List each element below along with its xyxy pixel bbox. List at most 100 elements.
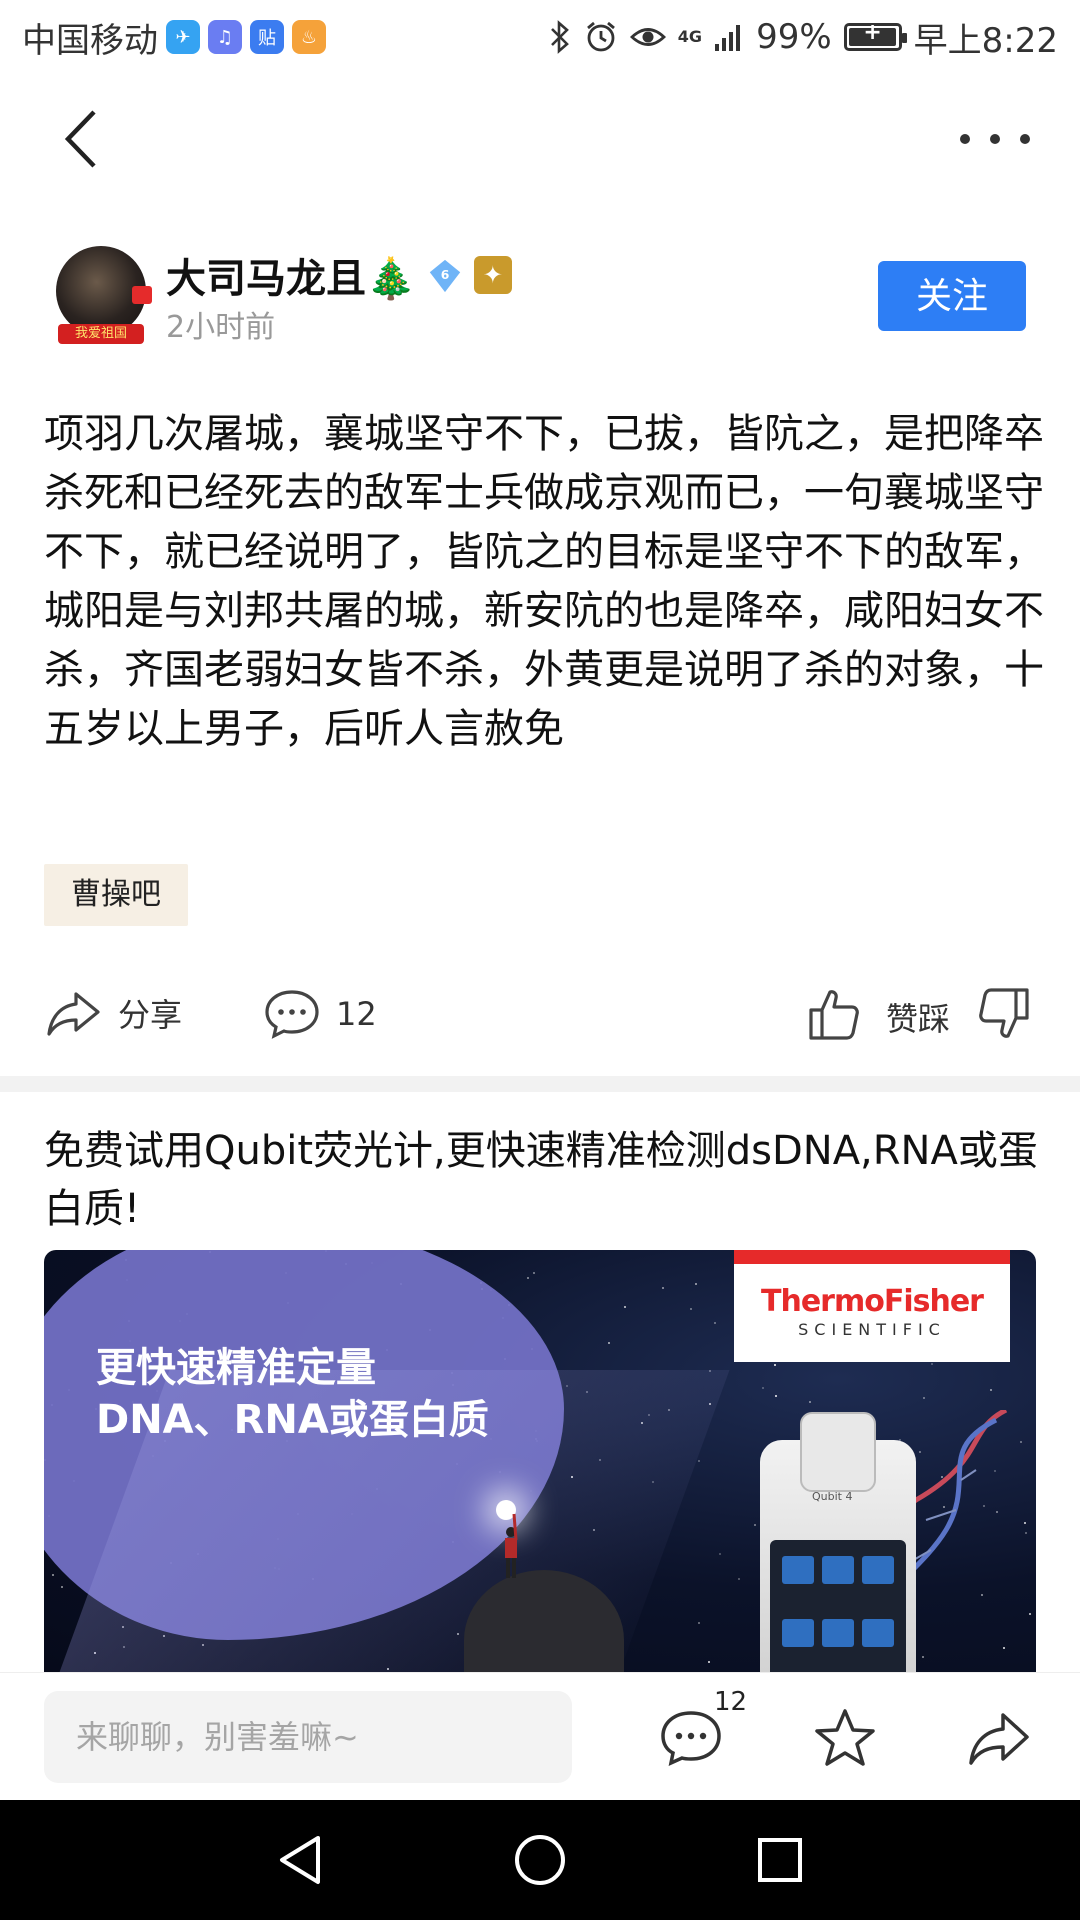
battery-icon: + xyxy=(843,20,907,51)
battery-percent: 99% xyxy=(756,17,832,57)
qubit-device-graphic: Qubit 4 xyxy=(760,1412,916,1680)
system-recents-icon[interactable] xyxy=(750,1830,810,1890)
dislike-button[interactable] xyxy=(978,986,1030,1042)
tieba-app-icon: 贴 xyxy=(250,20,284,54)
device-label: Qubit 4 xyxy=(812,1490,853,1503)
avatar-badge: 我爱祖国 xyxy=(58,324,144,344)
star-dot xyxy=(737,1577,740,1580)
brand-name: ThermoFisher xyxy=(761,1284,984,1319)
star-dot xyxy=(52,1573,55,1576)
comment-bubble-icon xyxy=(661,1711,721,1767)
device-lid xyxy=(800,1412,876,1492)
star-dot xyxy=(931,1363,934,1366)
ad-title[interactable]: 免费试用Qubit荧光计,更快速精准检测dsDNA,RNA或蛋白质! xyxy=(44,1122,1044,1238)
ad-headline-line1: 更快速精准定量 xyxy=(96,1345,376,1391)
star-dot xyxy=(989,1389,992,1392)
star-dot xyxy=(773,1364,776,1367)
brand-red-strip xyxy=(734,1250,1010,1264)
more-dot-icon xyxy=(1020,134,1030,144)
ad-headline: 更快速精准定量 DNA、RNA或蛋白质 xyxy=(96,1342,489,1446)
star-dot xyxy=(718,1552,721,1555)
back-arrow-icon xyxy=(64,110,96,168)
bluetooth-icon xyxy=(550,20,569,54)
star-dot xyxy=(1019,1440,1022,1443)
forum-tag[interactable]: 曹操吧 xyxy=(44,864,188,926)
system-back-icon[interactable] xyxy=(270,1830,330,1890)
system-home-icon[interactable] xyxy=(510,1830,570,1890)
star-dot xyxy=(761,1386,764,1389)
star-dot xyxy=(694,1282,697,1285)
post-actions: 分享 12 赞踩 xyxy=(0,980,1080,1050)
device-screen xyxy=(770,1540,906,1680)
level-number: 6 xyxy=(441,268,450,282)
post-time: 2小时前 xyxy=(166,310,276,345)
author-header: 我爱祖国 大司马龙且🎄 6 ✦ 2小时前 关注 xyxy=(56,246,1026,346)
follow-button[interactable]: 关注 xyxy=(878,261,1026,331)
comment-bubble-icon xyxy=(265,990,319,1039)
more-dot-icon xyxy=(990,134,1000,144)
carrier-name: 中国移动 xyxy=(22,20,158,61)
share-icon xyxy=(969,1713,1029,1765)
share-icon xyxy=(47,992,100,1036)
star-dot xyxy=(607,1342,610,1345)
star-dot xyxy=(661,1286,664,1289)
eye-comfort-icon xyxy=(629,28,666,46)
brand-logo: ThermoFisher SCIENTIFIC xyxy=(734,1250,1010,1362)
top-nav xyxy=(0,74,1080,204)
share-label: 分享 xyxy=(118,996,183,1034)
more-options-button[interactable] xyxy=(960,114,1030,164)
star-dot xyxy=(923,1397,926,1400)
vote-label: 赞踩 xyxy=(886,1000,951,1038)
post-content: 项羽几次屠城，襄城坚守不下，已拔，皆阬之，是把降卒杀死和已经死去的敌军士兵做成京… xyxy=(44,411,1044,752)
bottom-comment-bar: 12 xyxy=(0,1672,1080,1800)
comment-count: 12 xyxy=(336,995,377,1033)
paper-plane-app-icon: ✈ xyxy=(166,20,200,54)
ad-banner[interactable]: 更快速精准定量 DNA、RNA或蛋白质 ThermoFisher SCIENTI… xyxy=(44,1250,1036,1680)
bottom-comment-count: 12 xyxy=(714,1687,748,1717)
signal-icon xyxy=(715,25,741,51)
more-dot-icon xyxy=(960,134,970,144)
section-divider xyxy=(0,1076,1080,1092)
avatar[interactable]: 我爱祖国 xyxy=(56,246,152,344)
system-navigation-bar xyxy=(0,1800,1080,1920)
star-dot xyxy=(1028,1613,1031,1616)
ad-headline-line2: DNA、RNA或蛋白质 xyxy=(96,1397,489,1443)
clock: 早上8:22 xyxy=(913,20,1058,61)
share-button[interactable]: 分享 xyxy=(46,988,182,1038)
thumbs-up-icon xyxy=(809,990,859,1040)
star-dot xyxy=(697,1622,700,1625)
author-name[interactable]: 大司马龙且🎄 xyxy=(166,246,416,304)
star-dot xyxy=(809,1400,812,1403)
star-dot xyxy=(775,1394,778,1397)
member-star-icon: ✦ xyxy=(473,256,512,294)
star-dot xyxy=(1024,1531,1027,1534)
alarm-icon xyxy=(586,21,615,52)
star-dot xyxy=(690,1308,693,1311)
thumbs-down-icon xyxy=(979,988,1029,1038)
star-dot xyxy=(714,1322,717,1325)
status-bar: 中国移动 ✈ ♫ 贴 ♨ 4G 99% + 早上8:22 xyxy=(0,0,1080,74)
back-button[interactable] xyxy=(50,104,120,174)
star-icon xyxy=(815,1709,875,1766)
comment-input[interactable] xyxy=(44,1691,572,1783)
favorite-button[interactable] xyxy=(810,1703,880,1773)
star-dot xyxy=(527,1277,530,1280)
share-bottom-button[interactable] xyxy=(964,1703,1034,1773)
network-type: 4G xyxy=(677,27,703,46)
author-name-row: 大司马龙且🎄 6 ✦ xyxy=(166,246,512,304)
brand-sub: SCIENTIFIC xyxy=(798,1320,946,1339)
flag-icon xyxy=(132,286,152,304)
star-dot xyxy=(753,1523,756,1526)
star-dot xyxy=(1024,1521,1027,1524)
person-graphic xyxy=(505,1513,518,1578)
star-dot xyxy=(60,1586,63,1589)
star-dot xyxy=(623,1306,626,1309)
like-button[interactable] xyxy=(808,986,860,1042)
comment-button[interactable]: 12 xyxy=(264,988,377,1040)
orange-app-icon: ♨ xyxy=(292,20,326,54)
star-dot xyxy=(707,1661,710,1664)
music-app-icon: ♫ xyxy=(208,20,242,54)
star-dot xyxy=(533,1272,536,1275)
level-diamond-icon: 6 xyxy=(426,256,464,294)
star-dot xyxy=(698,1460,701,1463)
